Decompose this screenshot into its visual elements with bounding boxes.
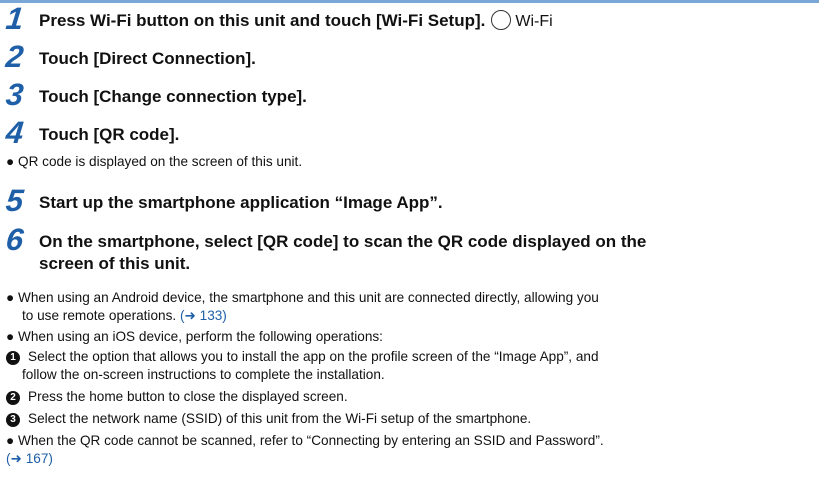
sub-step-1: 1 Select the option that allows you to in… [6, 348, 599, 366]
step-1: 1 Press Wi-Fi button on this unit and to… [4, 1, 553, 36]
note-text: When using an Android device, the smartp… [18, 290, 599, 305]
step-number: 4 [4, 115, 26, 150]
note-bullet: ● When using an iOS device, perform the f… [6, 328, 383, 346]
step-number: 1 [4, 1, 26, 36]
note-bullet: ● When using an Android device, the smart… [6, 289, 599, 307]
step-text: Touch [QR code]. [39, 125, 180, 144]
step-2: 2 Touch [Direct Connection]. [4, 39, 256, 74]
step-number: 2 [4, 39, 26, 74]
sub-step-1-continuation: follow the on-screen instructions to com… [22, 366, 385, 384]
step-6: 6 On the smartphone, select [QR code] to… [4, 222, 647, 275]
note-bullet: ● QR code is displayed on the screen of t… [6, 153, 302, 171]
note-text: When using an iOS device, perform the fo… [18, 329, 383, 344]
step-number: 3 [4, 77, 26, 112]
note-continuation: (➜ 167) [6, 450, 53, 468]
note-continuation: to use remote operations. (➜ 133) [22, 307, 227, 325]
bullet-icon: ● [6, 290, 15, 305]
step-5: 5 Start up the smartphone application “I… [4, 183, 443, 218]
sub-step-text: Select the option that allows you to ins… [28, 349, 599, 364]
step-3: 3 Touch [Change connection type]. [4, 77, 307, 112]
page-reference-link[interactable]: (➜ 167) [6, 451, 53, 466]
circled-number-icon: 3 [6, 413, 20, 427]
step-number: 5 [4, 183, 26, 218]
note-text: When the QR code cannot be scanned, refe… [18, 433, 604, 448]
bullet-icon: ● [6, 329, 15, 344]
wifi-button-label: Wi-Fi [515, 13, 553, 30]
note-bullet: ● When the QR code cannot be scanned, ref… [6, 432, 604, 450]
step-text: Touch [Change connection type]. [39, 87, 307, 106]
step-text-line2: screen of this unit. [39, 254, 191, 273]
page-reference-link[interactable]: (➜ 133) [180, 308, 227, 323]
note-text: QR code is displayed on the screen of th… [18, 154, 303, 169]
bullet-icon: ● [6, 433, 15, 448]
bullet-icon: ● [6, 154, 15, 169]
step-number: 6 [4, 222, 26, 257]
step-text-line1: On the smartphone, select [QR code] to s… [39, 232, 647, 251]
step-text: Touch [Direct Connection]. [39, 49, 256, 68]
step-text: Start up the smartphone application “Ima… [39, 193, 443, 212]
circled-number-icon: 1 [6, 351, 20, 365]
sub-step-2: 2 Press the home button to close the disp… [6, 388, 348, 406]
note-text: to use remote operations. [22, 308, 177, 323]
sub-step-text: Select the network name (SSID) of this u… [28, 411, 532, 426]
top-rule [0, 0, 819, 3]
sub-step-text: Press the home button to close the displ… [28, 389, 348, 404]
sub-step-text: follow the on-screen instructions to com… [22, 367, 385, 382]
step-text: Press Wi-Fi button on this unit and touc… [39, 11, 486, 30]
circled-number-icon: 2 [6, 391, 20, 405]
step-4: 4 Touch [QR code]. [4, 115, 180, 150]
sub-step-3: 3 Select the network name (SSID) of this … [6, 410, 531, 428]
wifi-button-icon [491, 10, 512, 30]
